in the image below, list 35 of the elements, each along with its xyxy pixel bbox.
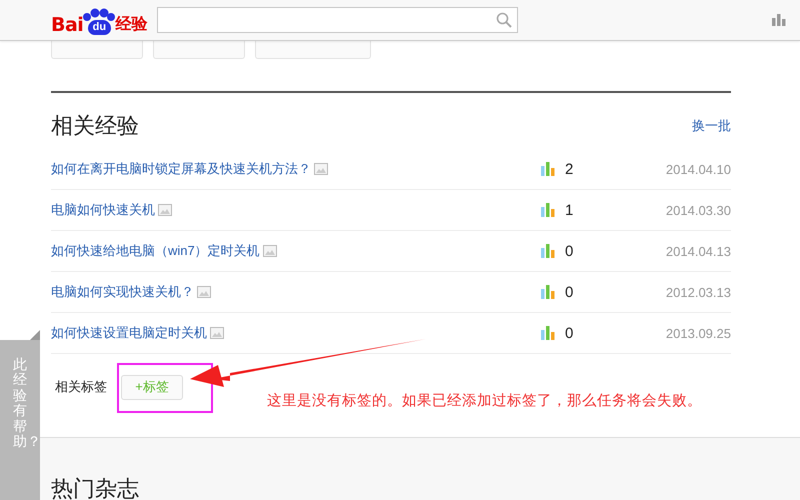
vote-count: 2 [565,160,574,178]
vote-count: 0 [565,324,574,342]
article-link[interactable]: 电脑如何实现快速关机？ [51,283,194,301]
image-icon [314,163,328,175]
bar-chart-icon[interactable] [772,14,786,26]
image-icon [262,245,277,257]
vote-count: 0 [565,242,574,260]
search-field[interactable] [157,7,518,33]
article-date: 2014.04.13 [666,244,731,258]
article-link[interactable]: 如何快速给地电脑（win7）定时关机 [51,242,260,260]
refresh-link[interactable]: 换一批 [692,117,731,135]
tags-label: 相关标签 [55,378,107,396]
bar-chart-icon [541,162,555,176]
section-title: 相关经验 [51,112,139,140]
search-icon[interactable] [496,12,512,28]
vote-count: 0 [565,284,574,300]
bar-chart-icon [541,285,555,299]
image-icon [210,327,224,339]
article-date: 2014.03.30 [666,202,731,218]
bar-chart-icon [541,244,555,258]
article-link[interactable]: 电脑如何快速关机 [51,201,155,219]
fold-corner [30,330,40,340]
article-date: 2013.09.25 [666,326,731,340]
article-link[interactable]: 如何在离开电脑时锁定屏幕及快速关机方法？ [51,160,311,178]
image-icon [197,286,211,298]
image-icon [158,204,172,216]
bar-chart-icon [541,326,555,340]
vote-count: 1 [565,202,574,218]
section-title: 热门杂志 [51,475,139,500]
annotation-text: 这里是没有标签的。如果已经添加过标签了，那么任务将会失败。 [267,392,702,410]
article-link[interactable]: 如何快速设置电脑定时关机 [51,324,207,342]
article-date: 2014.04.10 [666,162,731,176]
article-date: 2012.03.13 [666,284,731,300]
logo[interactable]: Bai du 经验 [51,5,148,35]
bar-chart-icon [541,203,555,217]
